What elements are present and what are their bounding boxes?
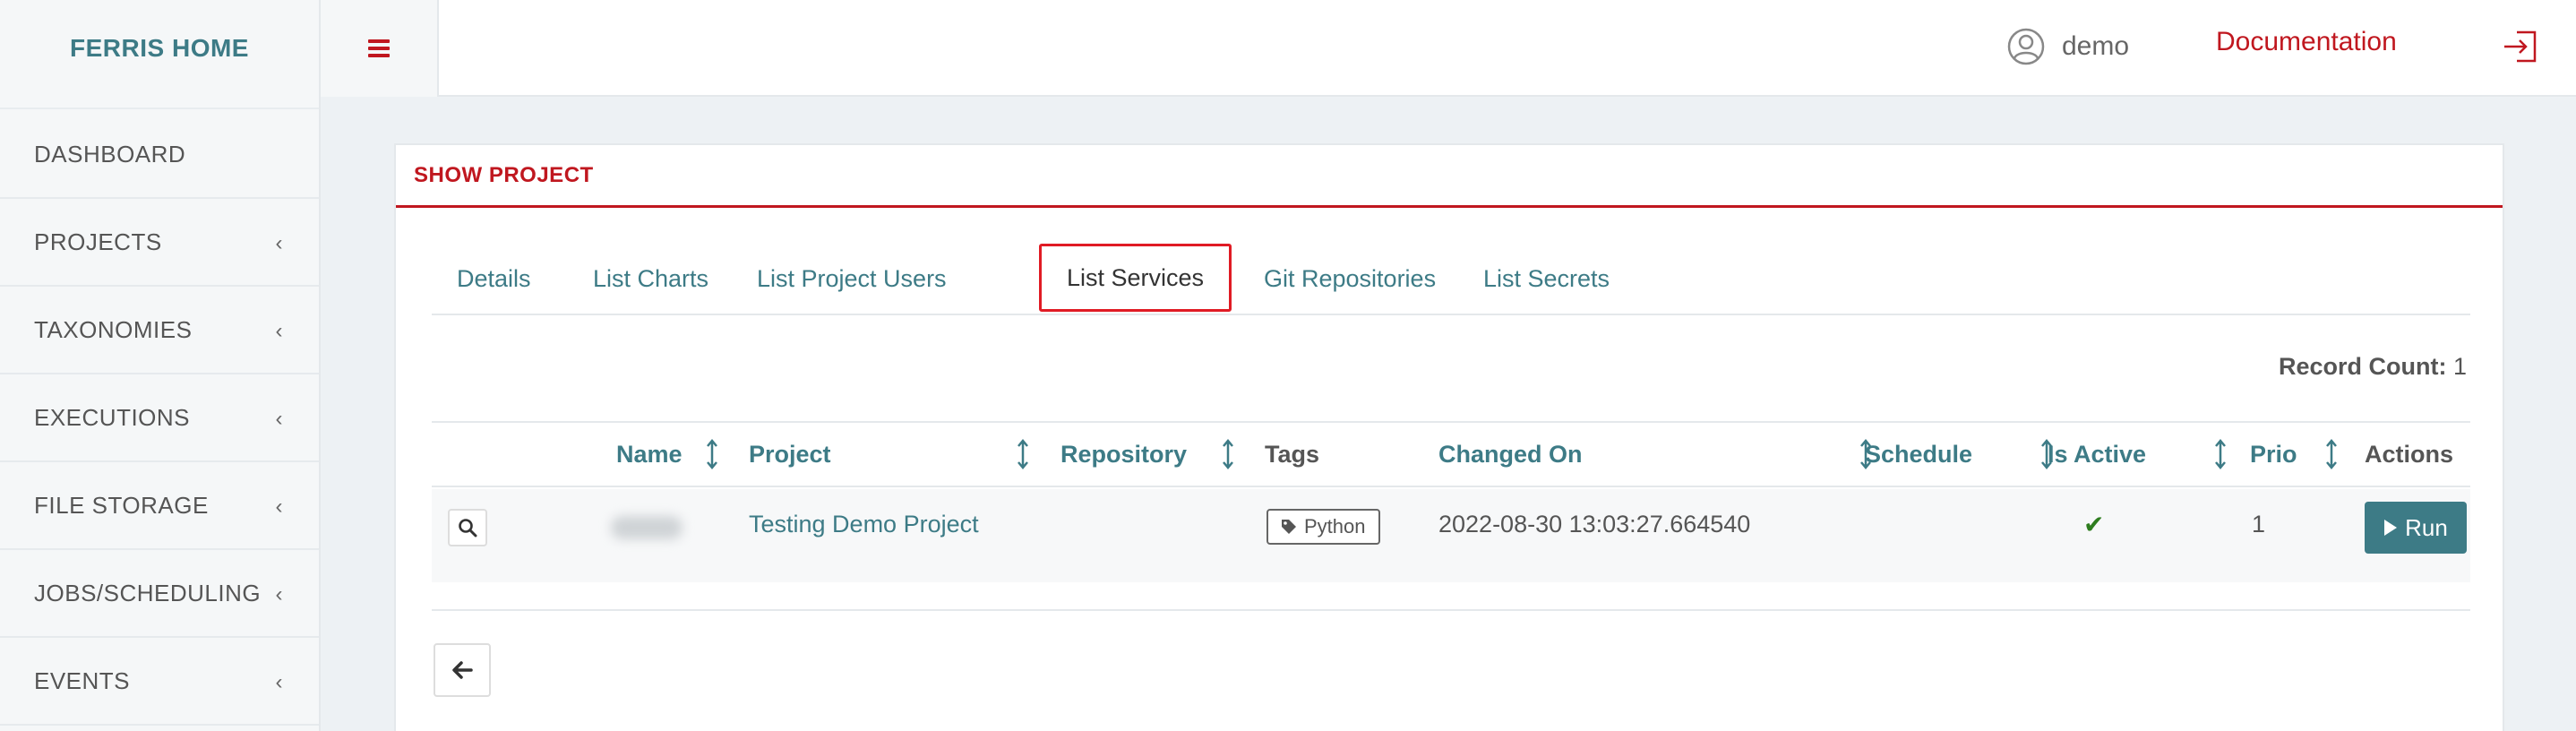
column-header-schedule[interactable]: Schedule xyxy=(1865,423,1972,486)
column-header-prio[interactable]: Prio xyxy=(2250,423,2297,486)
tag-label: Python xyxy=(1304,515,1366,538)
table-header: Name Project Repository Tags Changed On … xyxy=(432,421,2470,487)
sidebar-item-label: FILE STORAGE xyxy=(34,491,209,519)
chevron-left-icon: ‹ xyxy=(275,231,283,255)
user-name: demo xyxy=(2062,31,2130,61)
tab-details[interactable]: Details xyxy=(432,244,556,314)
sidebar-item-label: JOBS/SCHEDULING xyxy=(34,579,262,606)
sidebar-item-label: EXECUTIONS xyxy=(34,403,191,431)
play-icon xyxy=(2384,520,2398,536)
column-header-changed-on[interactable]: Changed On xyxy=(1438,423,1583,486)
footer-divider xyxy=(432,609,2470,611)
chevron-left-icon: ‹ xyxy=(275,670,283,694)
sort-icon[interactable] xyxy=(1222,439,1234,469)
sort-icon[interactable] xyxy=(1017,439,1029,469)
tab-bar: Details List Charts List Project Users L… xyxy=(432,244,2470,315)
tab-list-project-users[interactable]: List Project Users xyxy=(732,244,972,314)
chevron-left-icon: ‹ xyxy=(275,582,283,606)
tag-icon xyxy=(1282,520,1296,534)
project-card: SHOW PROJECT Details List Charts List Pr… xyxy=(394,143,2504,731)
view-record-button[interactable] xyxy=(448,509,487,546)
sidebar-item-dashboard[interactable]: DASHBOARD xyxy=(0,111,319,199)
changed-on-value: 2022-08-30 13:03:27.664540 xyxy=(1438,510,1751,538)
sidebar-item-label: DASHBOARD xyxy=(34,140,186,168)
run-button-label: Run xyxy=(2405,513,2448,541)
user-circle-icon xyxy=(2007,28,2045,65)
sidebar-item-file-storage[interactable]: FILE STORAGE ‹ xyxy=(0,462,319,550)
prio-value: 1 xyxy=(2252,510,2266,538)
sidebar-item-label: EVENTS xyxy=(34,666,131,694)
column-header-actions: Actions xyxy=(2365,440,2454,468)
sidebar-item-label: PROJECTS xyxy=(34,228,162,255)
sidebar: DASHBOARD PROJECTS ‹ TAXONOMIES ‹ EXECUT… xyxy=(0,97,321,731)
tab-list-secrets[interactable]: List Secrets xyxy=(1458,244,1635,314)
record-count-value: 1 xyxy=(2452,353,2467,380)
tab-list-charts[interactable]: List Charts xyxy=(568,244,734,314)
sort-icon[interactable] xyxy=(2214,439,2227,469)
chevron-left-icon: ‹ xyxy=(275,494,283,519)
chevron-left-icon: ‹ xyxy=(275,407,283,431)
hamburger-icon xyxy=(368,39,390,57)
sidebar-item-projects[interactable]: PROJECTS ‹ xyxy=(0,199,319,287)
sort-icon[interactable] xyxy=(706,439,718,469)
sidebar-item-jobs-scheduling[interactable]: JOBS/SCHEDULING ‹ xyxy=(0,550,319,638)
card-title: SHOW PROJECT xyxy=(396,145,2503,208)
record-count-label: Record Count: xyxy=(2278,353,2447,380)
tag-badge[interactable]: Python xyxy=(1267,509,1380,545)
sidebar-item-events[interactable]: EVENTS ‹ xyxy=(0,638,319,726)
tab-list-services[interactable]: List Services xyxy=(1039,244,1232,312)
back-button[interactable] xyxy=(434,643,491,697)
column-header-project[interactable]: Project xyxy=(749,423,831,486)
menu-toggle-button[interactable] xyxy=(321,0,439,97)
column-header-tags: Tags xyxy=(1265,440,1320,468)
tab-git-repositories[interactable]: Git Repositories xyxy=(1239,244,1461,314)
chevron-left-icon: ‹ xyxy=(275,319,283,343)
sidebar-item-taxonomies[interactable]: TAXONOMIES ‹ xyxy=(0,287,319,374)
project-link[interactable]: Testing Demo Project xyxy=(749,489,979,559)
search-icon xyxy=(459,519,477,538)
table-row: Testing Demo Project Python 2022-08-30 1… xyxy=(432,489,2470,582)
record-count: Record Count: 1 xyxy=(2279,353,2467,381)
top-navbar: FERRIS HOME demo Documentation xyxy=(0,0,2576,97)
column-header-is-active[interactable]: Is Active xyxy=(2048,423,2146,486)
sort-icon[interactable] xyxy=(2325,439,2338,469)
brand-logo[interactable]: FERRIS HOME xyxy=(0,0,321,97)
documentation-link[interactable]: Documentation xyxy=(2216,27,2397,57)
arrow-left-icon xyxy=(452,661,473,679)
service-name-redacted xyxy=(611,516,683,539)
sidebar-item-label: TAXONOMIES xyxy=(34,315,193,343)
check-icon: ✔ xyxy=(2083,510,2105,538)
column-header-name[interactable]: Name xyxy=(616,423,683,486)
sidebar-divider xyxy=(0,108,319,109)
user-menu[interactable]: demo xyxy=(2006,25,2129,68)
column-header-repository[interactable]: Repository xyxy=(1060,423,1187,486)
sidebar-item-executions[interactable]: EXECUTIONS ‹ xyxy=(0,374,319,462)
logout-icon[interactable] xyxy=(2501,27,2540,66)
run-button[interactable]: Run xyxy=(2365,502,2467,554)
